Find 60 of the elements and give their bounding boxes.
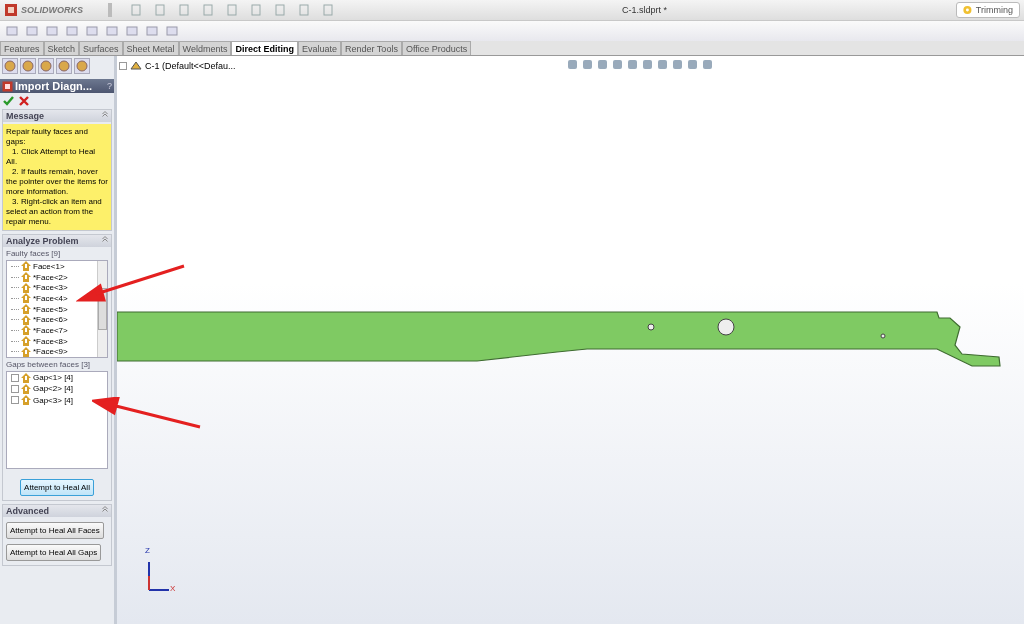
tree-item[interactable]: C-1 (Default<<Defau... [119,60,236,71]
gap-item[interactable]: Gap<1> [4] [11,372,74,384]
face-item[interactable]: *Face<8> [11,335,68,347]
warning-face-icon [21,325,31,336]
face-item[interactable]: *Face<9> [11,346,68,357]
logo-icon [4,3,18,17]
app-name: SOLIDWORKS [21,5,83,15]
collapse-icon[interactable] [102,506,108,512]
warning-face-icon [21,293,31,304]
warning-gap-icon [21,383,31,394]
window-title: C-1.sldprt * [622,5,667,15]
heal-all-button[interactable]: Attempt to Heal All [20,479,94,496]
collapse-icon[interactable] [102,111,108,117]
help-icon [963,4,972,16]
axis-label: X [170,584,176,593]
ok-check-icon[interactable] [3,96,14,106]
warning-face-icon [21,282,31,293]
warning-gap-icon [21,395,31,406]
face-item[interactable]: *Face<4> [11,293,68,304]
help-search-field[interactable]: Trimming [956,2,1020,18]
ribbon-tab[interactable]: Sheet Metal [122,41,179,55]
app-logo[interactable]: SOLIDWORKS [4,3,112,17]
face-item[interactable]: *Face<3> [11,282,68,293]
face-item[interactable]: *Face<6> [11,314,68,326]
ribbon-tab[interactable]: Office Products [401,41,472,55]
message-text: 3. Right-click an item and select an action from the repair menu. [6,197,103,227]
cancel-x-icon[interactable] [19,96,29,106]
heal-button[interactable]: Attempt to Heal All Faces [6,522,104,539]
gap-item[interactable]: Gap<3> [4] [11,394,74,406]
warning-face-icon [21,272,31,282]
ribbon-tab[interactable]: Weldments [178,41,232,55]
message-text: Repair faulty faces and gaps: [6,127,89,147]
ribbon-tab[interactable]: Evaluate [298,41,341,55]
message-text: 2. If faults remain, hover the pointer over the items for more information. [6,167,108,197]
ribbon-tab[interactable]: Render Tools [341,41,402,55]
heal-button[interactable]: Attempt to Heal All Gaps [6,544,102,561]
gap-item[interactable]: Gap<2> [4] [11,383,74,395]
face-item[interactable]: *Face<7> [11,325,68,336]
warning-face-icon [21,336,31,347]
face-item[interactable]: Face<1> [11,261,65,272]
axis-label: Z [145,546,150,555]
list-label: Gaps between faces [3] [5,360,92,369]
ribbon-tab[interactable]: Surfaces [79,41,123,55]
expand-icon[interactable] [119,61,127,70]
collapse-icon[interactable] [102,236,108,242]
ribbon-tab[interactable]: Sketch [43,41,80,55]
face-item[interactable]: *Face<2> [11,271,68,283]
message-text: 1. Click Attempt to Heal All. [6,147,97,167]
part-icon [130,60,142,71]
diagnosis-icon [2,80,13,92]
panel-title: Import Diagn... [15,80,93,92]
face-item[interactable]: *Face<5> [11,303,68,315]
group-title: Advanced [6,506,49,516]
list-label: Faulty faces [9] [5,249,62,258]
ribbon-tab[interactable]: Direct Editing [231,41,298,55]
group-title: Message [6,111,45,121]
group-title: Analyze Problem [6,236,79,246]
warning-face-icon [21,304,31,314]
ribbon-tab[interactable]: Features [0,41,44,55]
warning-face-icon [21,314,31,325]
